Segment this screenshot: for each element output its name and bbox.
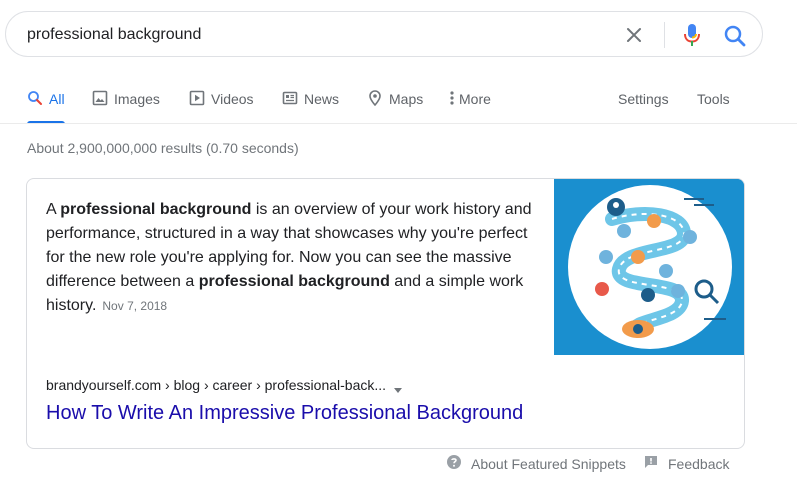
snippet-text: A professional background is an overview…: [46, 198, 538, 318]
microphone-icon[interactable]: [680, 22, 704, 48]
tab-more[interactable]: More: [448, 82, 491, 124]
feedback-label: Feedback: [668, 455, 730, 472]
clear-icon[interactable]: [622, 23, 646, 47]
tools-link[interactable]: Tools: [697, 91, 730, 107]
snippet-keyword: professional background: [60, 201, 252, 218]
tab-label: More: [459, 91, 491, 107]
video-icon: [189, 90, 205, 106]
map-pin-icon: [367, 90, 383, 107]
snippet-text-part: A: [46, 201, 61, 218]
caret-down-icon[interactable]: [394, 381, 403, 393]
feedback-icon: [643, 454, 659, 473]
featured-snippet-card: A professional background is an overview…: [26, 178, 745, 449]
search-tabs: All Images Videos News Maps More: [0, 82, 797, 124]
result-cite: brandyourself.com › blog › career › prof…: [46, 377, 403, 393]
snippet-keyword: professional background: [198, 273, 390, 290]
tab-news[interactable]: News: [282, 82, 339, 124]
snippet-thumbnail[interactable]: [554, 179, 744, 355]
tab-label: All: [49, 91, 65, 107]
cite-url: brandyourself.com › blog › career › prof…: [46, 377, 387, 393]
tab-label: News: [304, 91, 340, 107]
search-icon[interactable]: [722, 23, 748, 49]
result-title-link[interactable]: How To Write An Impressive Professional …: [46, 399, 523, 427]
help-icon: [446, 454, 462, 473]
settings-link[interactable]: Settings: [618, 91, 669, 107]
news-icon: [282, 90, 298, 106]
about-featured-snippets-link[interactable]: About Featured Snippets: [446, 454, 626, 473]
tab-videos[interactable]: Videos: [189, 82, 254, 124]
tab-label: Maps: [389, 91, 424, 107]
searchbar-divider: [664, 22, 665, 48]
result-stats: About 2,900,000,000 results (0.70 second…: [27, 140, 299, 156]
tab-images[interactable]: Images: [92, 82, 160, 124]
feedback-link[interactable]: Feedback: [643, 454, 729, 473]
about-featured-snippets-label: About Featured Snippets: [471, 455, 626, 472]
image-icon: [92, 90, 108, 106]
tab-label: Images: [114, 91, 160, 107]
tab-maps[interactable]: Maps: [367, 82, 423, 124]
tab-all[interactable]: All: [27, 82, 65, 124]
search-icon: [27, 90, 43, 106]
snippet-date: Nov 7, 2018: [102, 299, 168, 313]
search-bar: [5, 11, 763, 57]
more-vert-icon: [448, 90, 456, 106]
tabs-divider: [0, 123, 797, 124]
tab-label: Videos: [211, 91, 254, 107]
search-input[interactable]: [27, 23, 587, 47]
